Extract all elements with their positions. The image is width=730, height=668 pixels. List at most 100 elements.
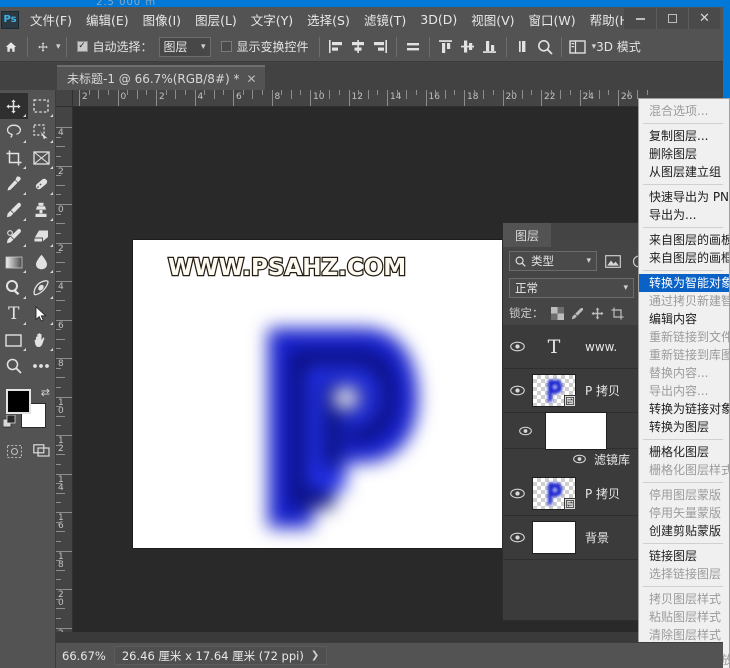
- chevron-right-icon[interactable]: ❯: [311, 650, 319, 661]
- smart-filter-visibility-toggle-2[interactable]: [573, 454, 586, 464]
- align-bottom-edges-icon[interactable]: [479, 36, 501, 58]
- swap-colors-icon[interactable]: ⇄: [41, 386, 50, 399]
- search-icon[interactable]: [534, 36, 556, 58]
- document-tab[interactable]: 未标题-1 @ 66.7%(RGB/8#) * ✕: [57, 65, 265, 90]
- context-menu-item[interactable]: 转换为链接对象: [639, 400, 729, 418]
- menu-type[interactable]: 文字(Y): [244, 7, 300, 32]
- context-menu-item[interactable]: 快速导出为 PNG: [639, 188, 729, 206]
- auto-select-checkbox[interactable]: ✓: [76, 41, 88, 52]
- gradient-tool[interactable]: [0, 249, 28, 275]
- maximize-button[interactable]: [656, 8, 688, 29]
- context-menu-item[interactable]: 复制图层...: [639, 127, 729, 145]
- tool-preset-chevron-down-icon[interactable]: ▾: [56, 42, 61, 52]
- pen-tool[interactable]: [28, 275, 56, 301]
- layer-thumbnail[interactable]: [532, 374, 576, 407]
- clone-stamp-tool[interactable]: [28, 197, 56, 223]
- hand-tool[interactable]: [28, 327, 56, 353]
- context-menu-item[interactable]: 从图层建立组: [639, 163, 729, 181]
- layer-thumbnail[interactable]: [532, 477, 576, 510]
- lock-artboard-nesting-icon[interactable]: [611, 307, 624, 320]
- context-menu-item[interactable]: 链接图层: [639, 547, 729, 565]
- tab-layers[interactable]: 图层: [503, 223, 552, 247]
- path-select-tool[interactable]: [28, 301, 56, 327]
- dodge-tool[interactable]: [0, 275, 28, 301]
- context-menu-item[interactable]: 转换为图层: [639, 418, 729, 436]
- eyedropper-tool[interactable]: [0, 171, 28, 197]
- layer-thumbnail[interactable]: [532, 521, 576, 554]
- crop-tool[interactable]: [0, 145, 28, 171]
- menu-window[interactable]: 窗口(W): [522, 7, 583, 32]
- close-icon[interactable]: ✕: [247, 72, 257, 86]
- context-menu-item[interactable]: 来自图层的画框: [639, 249, 729, 267]
- reset-colors-icon[interactable]: [3, 415, 16, 428]
- distribute-icon[interactable]: [402, 36, 424, 58]
- menu-view[interactable]: 视图(V): [464, 7, 521, 32]
- context-menu-item[interactable]: 创建剪贴蒙版: [639, 522, 729, 540]
- screen-mode-icon[interactable]: [28, 444, 56, 458]
- type-tool[interactable]: T: [0, 301, 28, 327]
- minimize-button[interactable]: [624, 8, 656, 29]
- auto-select-scope-dropdown[interactable]: 图层 ▾: [158, 36, 211, 57]
- filter-kind-dropdown[interactable]: 类型 ▾: [509, 251, 597, 271]
- context-menu-item[interactable]: 导出为...: [639, 206, 729, 224]
- eraser-tool[interactable]: [28, 223, 56, 249]
- shape-tool[interactable]: [0, 327, 28, 353]
- menu-image[interactable]: 图像(I): [136, 7, 188, 32]
- lock-transparent-pixels-icon[interactable]: [550, 306, 564, 320]
- filter-pixel-icon[interactable]: [603, 252, 623, 271]
- brush-tool[interactable]: [0, 197, 28, 223]
- lasso-tool[interactable]: [0, 119, 28, 145]
- frame-tool[interactable]: [28, 145, 56, 171]
- smart-filter-visibility-toggle[interactable]: [505, 426, 545, 436]
- document-info[interactable]: 26.46 厘米 x 17.64 厘米 (72 ppi) ❯: [113, 646, 328, 665]
- 3d-mode-label[interactable]: 3D 模式: [596, 38, 641, 55]
- show-transform-checkbox[interactable]: [220, 41, 232, 52]
- context-menu-item[interactable]: 编辑内容: [639, 310, 729, 328]
- context-menu-item[interactable]: 转换为智能对象: [639, 274, 729, 292]
- zoom-level[interactable]: 66.67%: [56, 647, 114, 664]
- context-menu-item[interactable]: 删除图层: [639, 145, 729, 163]
- zoom-tool[interactable]: [0, 353, 28, 379]
- current-tool-move-icon[interactable]: [33, 32, 53, 62]
- foreground-color-swatch[interactable]: [6, 389, 31, 414]
- vertical-ruler[interactable]: 420246810121416182022: [56, 107, 73, 642]
- ruler-label: 2: [159, 92, 165, 102]
- lock-position-icon[interactable]: [590, 306, 604, 320]
- align-left-edges-icon[interactable]: [325, 36, 347, 58]
- quick-mask-icon[interactable]: [0, 444, 28, 458]
- smart-filter-mask-thumbnail[interactable]: [545, 411, 607, 450]
- document-canvas[interactable]: WWW.PSAHZ.COM: [133, 240, 503, 548]
- align-horizontal-centers-icon[interactable]: [347, 36, 369, 58]
- menu-edit[interactable]: 编辑(E): [79, 7, 136, 32]
- menu-file[interactable]: 文件(F): [23, 7, 79, 32]
- close-button[interactable]: ✕: [688, 8, 720, 29]
- align-top-edges-icon[interactable]: [435, 36, 457, 58]
- layer-visibility-toggle[interactable]: [505, 532, 529, 543]
- move-tool[interactable]: [0, 93, 28, 119]
- menu-layer[interactable]: 图层(L): [188, 7, 244, 32]
- marquee-rect-tool[interactable]: [28, 93, 56, 119]
- more-tools[interactable]: [28, 353, 56, 379]
- horizontal-scrollbar[interactable]: [56, 632, 723, 642]
- blur-tool[interactable]: [28, 249, 56, 275]
- distribute-spacing-icon[interactable]: [512, 36, 534, 58]
- healing-brush-tool[interactable]: [28, 171, 56, 197]
- lock-image-pixels-icon[interactable]: [571, 307, 584, 320]
- layer-context-menu[interactable]: 混合选项... 复制图层... 删除图层 从图层建立组 快速导出为 PNG 导出为... 来…: [638, 98, 730, 668]
- menu-filter[interactable]: 滤镜(T): [357, 7, 413, 32]
- workspace-panel-icon[interactable]: [567, 36, 589, 58]
- align-right-edges-icon[interactable]: [369, 36, 391, 58]
- layer-visibility-toggle[interactable]: [505, 341, 529, 352]
- layer-visibility-toggle[interactable]: [505, 385, 529, 396]
- blend-mode-dropdown[interactable]: 正常 ▾: [509, 278, 634, 298]
- context-menu-item[interactable]: 来自图层的画板: [639, 231, 729, 249]
- align-vertical-centers-icon[interactable]: [457, 36, 479, 58]
- menu-3d[interactable]: 3D(D): [413, 9, 464, 30]
- layer-visibility-toggle[interactable]: [505, 488, 529, 499]
- history-brush-tool[interactable]: [0, 223, 28, 249]
- home-icon[interactable]: [0, 32, 22, 62]
- menu-select[interactable]: 选择(S): [300, 7, 357, 32]
- context-menu-item[interactable]: 栅格化图层: [639, 443, 729, 461]
- quick-select-tool[interactable]: [28, 119, 56, 145]
- horizontal-ruler[interactable]: 2 0 2 4 6 8 10 12 14 16 18 20 22 24 26: [73, 90, 723, 107]
